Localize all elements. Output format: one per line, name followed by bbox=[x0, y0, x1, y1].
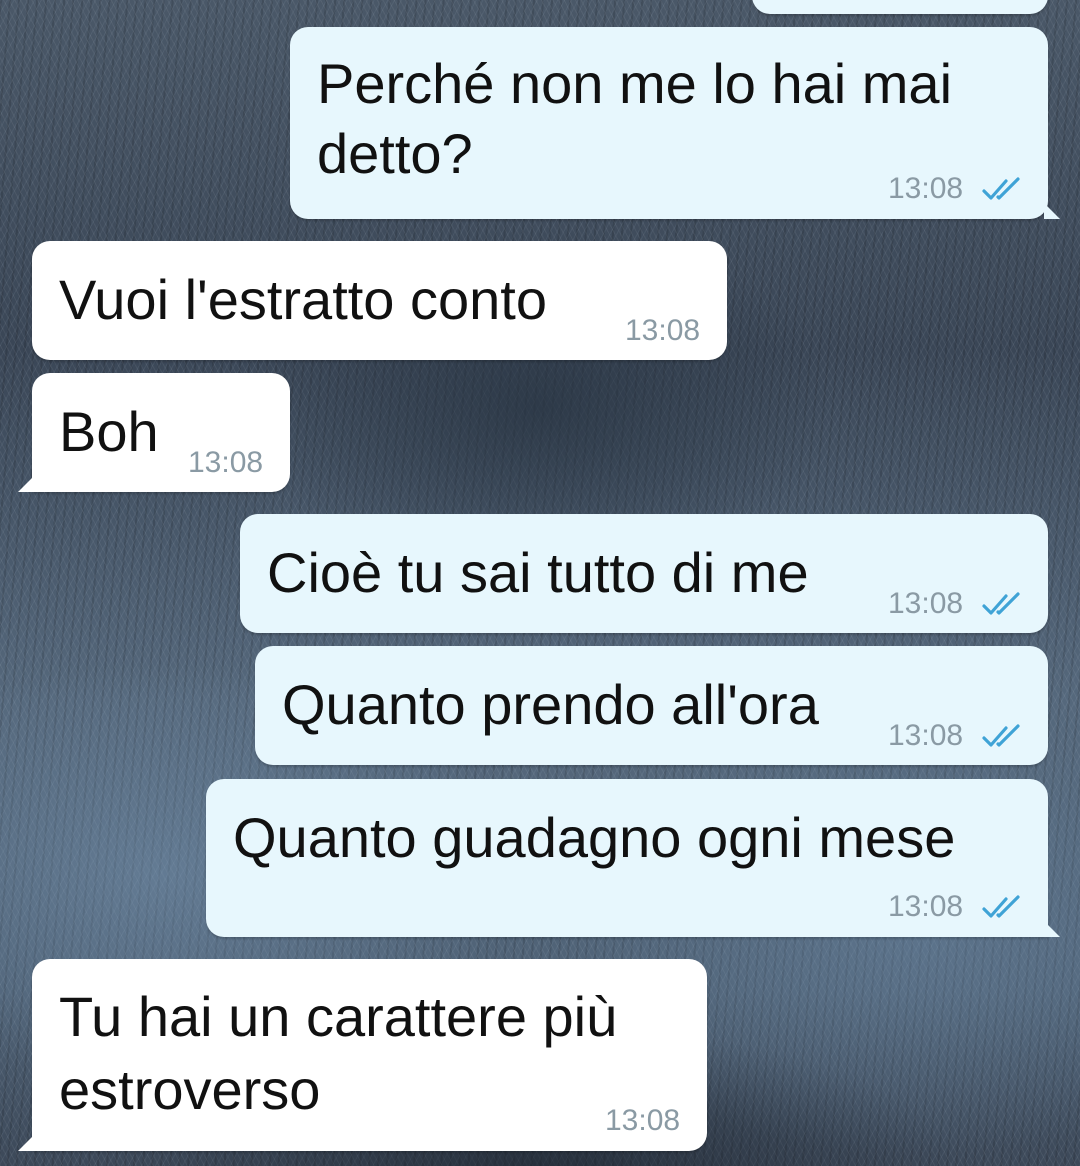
message-text: Cioè tu sai tutto di me bbox=[267, 541, 809, 604]
message-time: 13:08 bbox=[888, 172, 964, 205]
message-text: Perché non me lo hai mai bbox=[317, 52, 953, 115]
double-check-icon bbox=[982, 724, 1020, 747]
chat-message-list[interactable]: Perché non me lo hai mai detto? 13:08 Vu… bbox=[0, 0, 1080, 1166]
double-check-icon bbox=[982, 592, 1020, 615]
message-bubble-outgoing[interactable]: Perché non me lo hai mai detto? 13:08 bbox=[290, 27, 1060, 219]
message-time: 13:08 bbox=[888, 587, 964, 620]
message-bubble-incoming[interactable]: Boh 13:08 bbox=[18, 373, 290, 492]
message-text: Vuoi l'estratto conto bbox=[59, 268, 548, 331]
message-text: Tu hai un carattere più bbox=[59, 985, 618, 1048]
message-bubble-outgoing[interactable]: Quanto guadagno ogni mese 13:08 bbox=[206, 779, 1060, 937]
message-time: 13:08 bbox=[188, 446, 264, 479]
double-check-icon bbox=[982, 895, 1020, 918]
message-bubble-partial[interactable] bbox=[752, 0, 1048, 14]
message-bubble-incoming[interactable]: Vuoi l'estratto conto 13:08 bbox=[32, 241, 727, 360]
message-time: 13:08 bbox=[888, 890, 964, 923]
message-time: 13:08 bbox=[888, 719, 964, 752]
message-text: Boh bbox=[59, 400, 159, 463]
message-time: 13:08 bbox=[605, 1104, 681, 1137]
message-bubble-incoming[interactable]: Tu hai un carattere più estroverso 13:08 bbox=[18, 959, 707, 1151]
message-bubble-outgoing[interactable]: Cioè tu sai tutto di me 13:08 bbox=[240, 514, 1048, 633]
message-bubble-outgoing[interactable]: Quanto prendo all'ora 13:08 bbox=[255, 646, 1048, 765]
message-text: estroverso bbox=[59, 1058, 321, 1121]
message-time: 13:08 bbox=[625, 314, 701, 347]
message-text: Quanto prendo all'ora bbox=[282, 673, 819, 736]
message-text: detto? bbox=[317, 122, 473, 185]
double-check-icon bbox=[982, 177, 1020, 200]
message-text: Quanto guadagno ogni mese bbox=[233, 806, 956, 869]
